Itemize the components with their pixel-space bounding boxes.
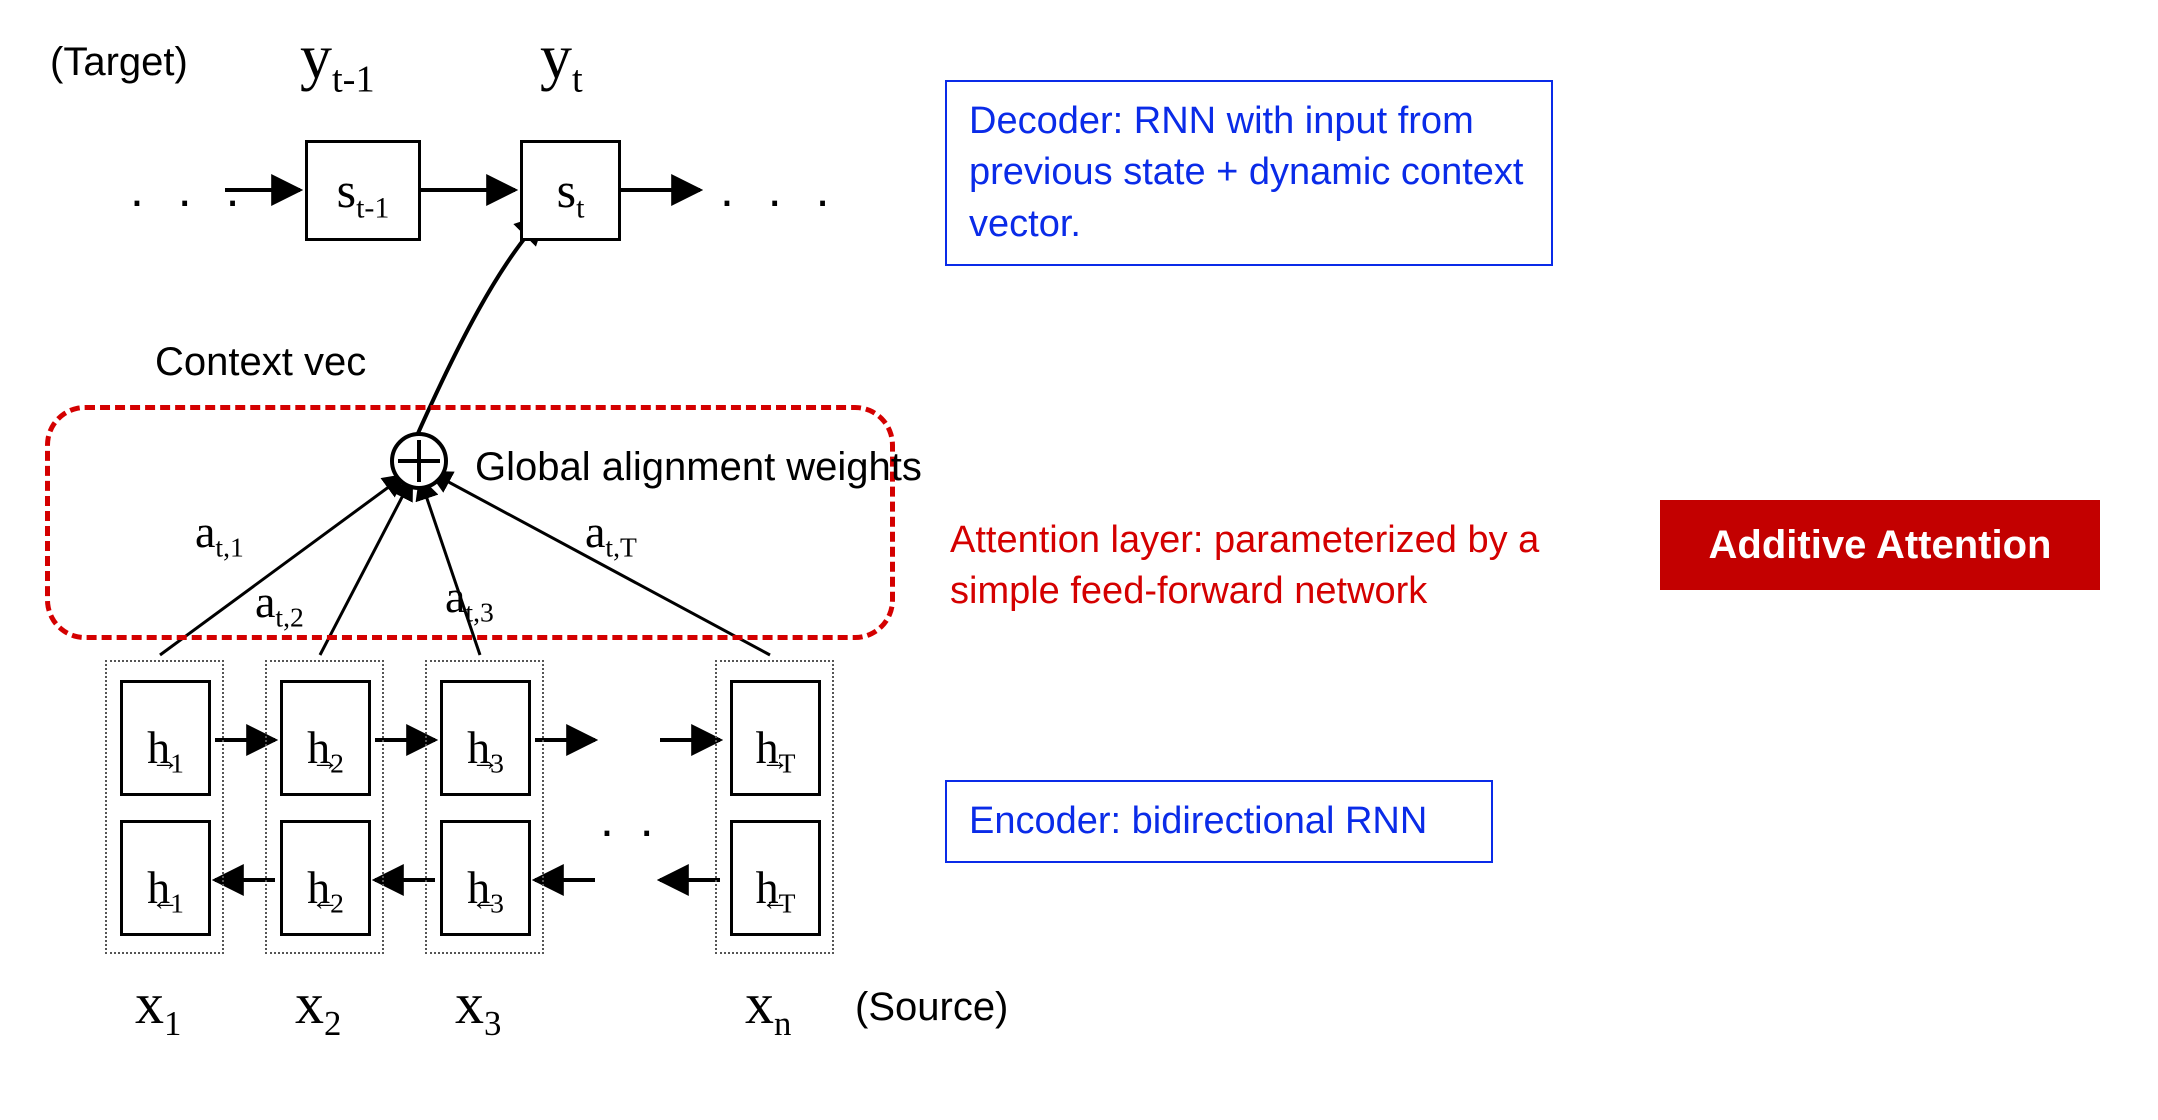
enc-ellipsis: . . [600, 790, 660, 848]
enc-x2: x2 [295, 970, 341, 1044]
sum-node-icon [390, 432, 448, 490]
output-yt-1: yt-1 [300, 20, 375, 101]
attn-a-t3: at,3 [445, 570, 494, 629]
enc-hb-3: ←h3 [440, 820, 531, 936]
attn-a-t1: at,1 [195, 505, 244, 564]
enc-xn: xn [745, 970, 791, 1044]
attn-a-tT: at,T [585, 505, 637, 564]
global-alignment-label: Global alignment weights [475, 445, 922, 490]
enc-hb-1: ←h1 [120, 820, 211, 936]
enc-x3: x3 [455, 970, 501, 1044]
additive-attention-badge: Additive Attention [1660, 500, 2100, 590]
enc-hb-2: ←h2 [280, 820, 371, 936]
attn-a-t2: at,2 [255, 575, 304, 634]
enc-hf-1: →h1 [120, 680, 211, 796]
ellipsis-left: . . . [130, 160, 249, 218]
ellipsis-right: . . . [720, 160, 839, 218]
attention-callout: Attention layer: parameterized by a simp… [950, 515, 1590, 618]
encoder-callout: Encoder: bidirectional RNN [945, 780, 1493, 863]
state-st: st [520, 140, 621, 241]
context-vec-label: Context vec [155, 340, 366, 385]
target-label: (Target) [50, 40, 188, 85]
enc-hf-2: →h2 [280, 680, 371, 796]
enc-x1: x1 [135, 970, 181, 1044]
output-yt: yt [540, 20, 583, 101]
enc-hf-3: →h3 [440, 680, 531, 796]
source-label: (Source) [855, 985, 1008, 1030]
enc-hb-T: ←hT [730, 820, 821, 936]
diagram-stage: (Target) yt-1 yt . . . . . . st-1 st Con… [0, 0, 2158, 1120]
enc-hf-T: →hT [730, 680, 821, 796]
state-st-1: st-1 [305, 140, 421, 241]
decoder-callout: Decoder: RNN with input from previous st… [945, 80, 1553, 266]
